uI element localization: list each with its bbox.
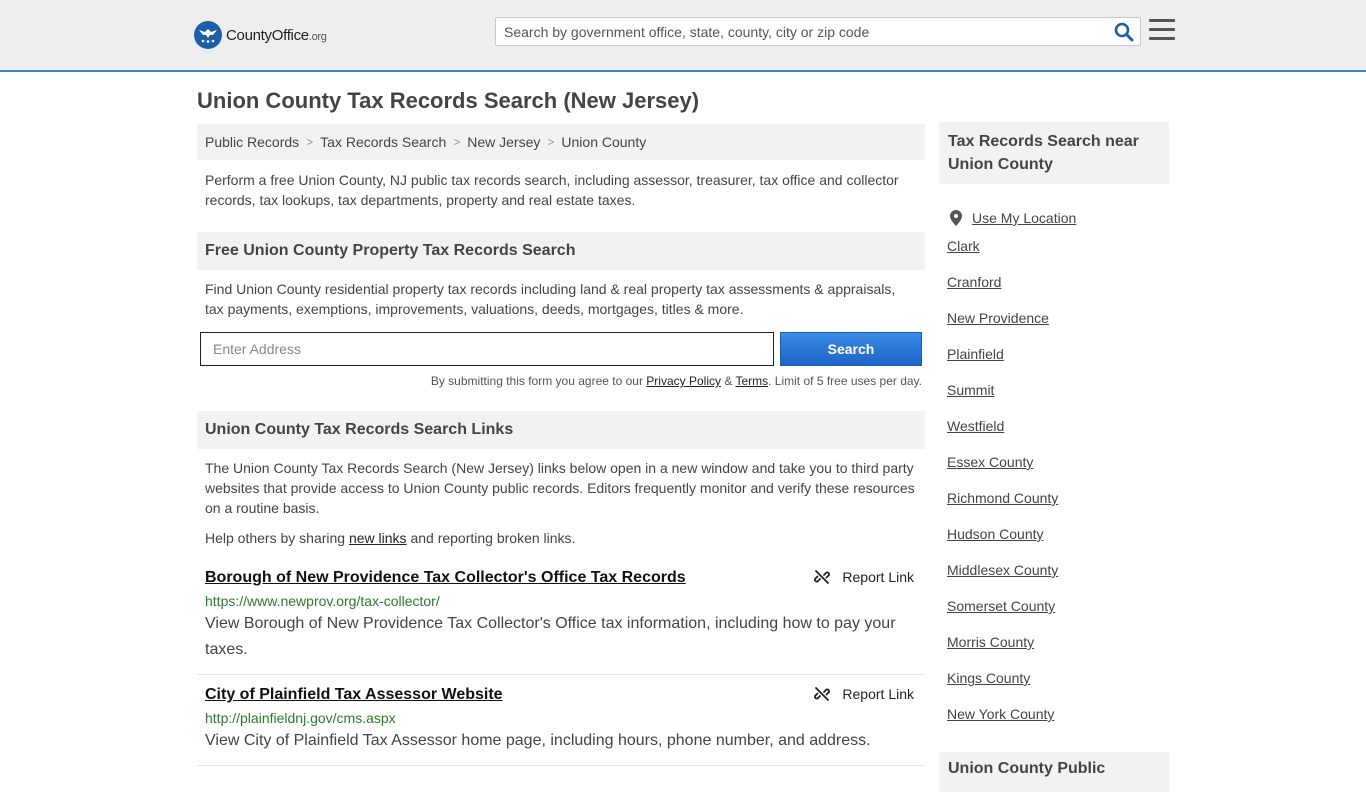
sidebar-link[interactable]: Kings County	[947, 670, 1030, 686]
sidebar-link[interactable]: Morris County	[947, 634, 1034, 650]
logo-main: CountyOffice	[226, 26, 309, 44]
sidebar-item-summit[interactable]: Summit	[947, 380, 1167, 416]
breadcrumb-public-records[interactable]: Public Records	[205, 134, 299, 150]
site-logo[interactable]: CountyOffice.org	[194, 21, 327, 49]
report-link-label: Report Link	[842, 686, 914, 702]
disclaimer-suffix: . Limit of 5 free uses per day.	[768, 374, 922, 388]
disclaimer-prefix: By submitting this form you agree to our	[430, 374, 643, 388]
sidebar-item-essex-county[interactable]: Essex County	[947, 452, 1167, 488]
page-title: Union County Tax Records Search (New Jer…	[197, 88, 700, 113]
links-section-description: The Union County Tax Records Search (New…	[205, 460, 915, 516]
sidebar-link[interactable]: Plainfield	[947, 346, 1004, 362]
sidebar-use-location[interactable]: Use My Location	[947, 200, 1167, 236]
sidebar-list: Use My Location Clark Cranford New Provi…	[947, 200, 1167, 740]
disclaimer-amp: &	[724, 374, 733, 388]
site-header: CountyOffice.org	[0, 0, 1366, 72]
result-description: View Borough of New Providence Tax Colle…	[205, 615, 896, 658]
broken-link-icon	[814, 570, 831, 584]
sidebar-link[interactable]: New Providence	[947, 310, 1049, 326]
help-prefix: Help others by sharing	[205, 530, 346, 546]
site-search-input[interactable]	[496, 18, 1096, 45]
sidebar-item-new-york-county[interactable]: New York County	[947, 704, 1167, 740]
help-suffix: and reporting broken links.	[410, 530, 576, 546]
sidebar-item-morris-county[interactable]: Morris County	[947, 632, 1167, 668]
help-text: Help others by sharing new links and rep…	[205, 528, 917, 548]
result-url: http://plainfieldnj.gov/cms.aspx	[205, 710, 396, 726]
property-search-heading: Free Union County Property Tax Records S…	[197, 232, 925, 270]
links-section-heading: Union County Tax Records Search Links	[197, 411, 925, 449]
broken-link-icon	[814, 687, 831, 701]
site-search	[495, 17, 1141, 46]
sidebar-link[interactable]: Clark	[947, 238, 980, 254]
sidebar-link[interactable]: Westfield	[947, 418, 1004, 434]
result-divider	[197, 674, 925, 675]
privacy-policy-link[interactable]: Privacy Policy	[646, 374, 721, 388]
breadcrumb-separator: >	[453, 135, 461, 149]
breadcrumb-new-jersey[interactable]: New Jersey	[467, 134, 540, 150]
result-item: Borough of New Providence Tax Collector'…	[205, 569, 920, 663]
sidebar-link[interactable]: Middlesex County	[947, 562, 1058, 578]
sidebar-link[interactable]: Essex County	[947, 454, 1033, 470]
address-input[interactable]	[200, 332, 774, 366]
sidebar-link[interactable]: Cranford	[947, 274, 1001, 290]
sidebar-next-heading: Union County Public	[939, 752, 1169, 792]
report-link-label: Report Link	[842, 569, 914, 585]
intro-text: Perform a free Union County, NJ public t…	[205, 172, 899, 208]
result-title-link[interactable]: Borough of New Providence Tax Collector'…	[205, 569, 686, 587]
breadcrumb-tax-records-search[interactable]: Tax Records Search	[320, 134, 446, 150]
sidebar-item-plainfield[interactable]: Plainfield	[947, 344, 1167, 380]
breadcrumb-separator: >	[306, 135, 314, 149]
sidebar-item-somerset-county[interactable]: Somerset County	[947, 596, 1167, 632]
result-description: View City of Plainfield Tax Assessor hom…	[205, 732, 871, 749]
sidebar-link[interactable]: Richmond County	[947, 490, 1058, 506]
new-links-link[interactable]: new links	[349, 530, 407, 546]
breadcrumb-union-county: Union County	[561, 134, 647, 150]
location-pin-icon	[950, 210, 962, 226]
sidebar-item-clark[interactable]: Clark	[947, 236, 1167, 272]
result-item: City of Plainfield Tax Assessor Website …	[205, 686, 920, 754]
sidebar-link[interactable]: Summit	[947, 382, 994, 398]
logo-text: CountyOffice.org	[226, 27, 327, 44]
sidebar-item-richmond-county[interactable]: Richmond County	[947, 488, 1167, 524]
address-search-button[interactable]: Search	[780, 332, 922, 366]
sidebar-link[interactable]: New York County	[947, 706, 1054, 722]
sidebar-heading: Tax Records Search near Union County	[939, 122, 1169, 184]
result-url: https://www.newprov.org/tax-collector/	[205, 593, 440, 609]
report-link-button[interactable]: Report Link	[814, 686, 914, 702]
breadcrumb-separator: >	[547, 135, 555, 149]
sidebar-item-westfield[interactable]: Westfield	[947, 416, 1167, 452]
logo-suffix: .org	[308, 30, 327, 43]
sidebar-item-middlesex-county[interactable]: Middlesex County	[947, 560, 1167, 596]
property-search-description: Find Union County residential property t…	[205, 281, 896, 317]
report-link-button[interactable]: Report Link	[814, 569, 914, 585]
hamburger-menu-icon[interactable]	[1149, 19, 1175, 43]
sidebar-item-hudson-county[interactable]: Hudson County	[947, 524, 1167, 560]
sidebar-item-new-providence[interactable]: New Providence	[947, 308, 1167, 344]
eagle-logo-icon	[194, 21, 222, 49]
terms-link[interactable]: Terms	[735, 374, 768, 388]
breadcrumb: Public Records > Tax Records Search > Ne…	[197, 124, 925, 160]
result-divider	[197, 765, 925, 766]
sidebar-item-kings-county[interactable]: Kings County	[947, 668, 1167, 704]
sidebar-link[interactable]: Hudson County	[947, 526, 1044, 542]
result-title-link[interactable]: City of Plainfield Tax Assessor Website	[205, 686, 503, 704]
sidebar-link[interactable]: Somerset County	[947, 598, 1055, 614]
form-disclaimer: By submitting this form you agree to our…	[205, 374, 922, 388]
use-location-link[interactable]: Use My Location	[972, 208, 1076, 228]
search-icon[interactable]	[1114, 22, 1134, 42]
sidebar-item-cranford[interactable]: Cranford	[947, 272, 1167, 308]
